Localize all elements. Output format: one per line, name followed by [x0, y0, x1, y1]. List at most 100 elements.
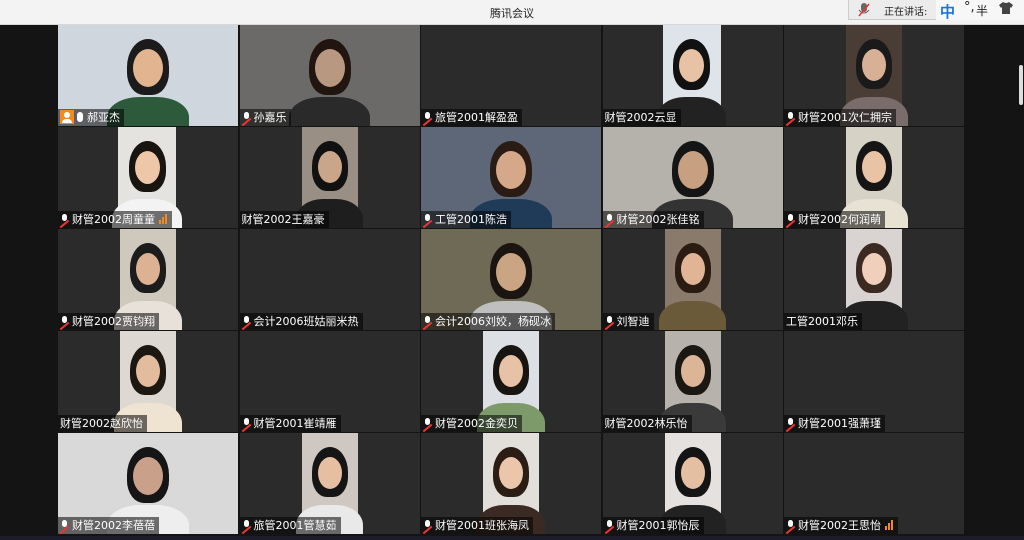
person-face	[136, 355, 160, 387]
mic-muted-icon[interactable]	[242, 520, 251, 531]
mic-muted-icon[interactable]	[423, 214, 432, 225]
bottom-border	[0, 536, 1024, 540]
participant-name: 财管2002王思怡	[798, 519, 881, 532]
participant-name-bar: 工管2001陈浩	[421, 211, 511, 228]
host-icon	[60, 110, 74, 124]
mic-muted-icon[interactable]	[242, 112, 251, 123]
participant-name: 孙嘉乐	[253, 111, 287, 124]
mic-muted-icon[interactable]	[605, 316, 614, 327]
participant-tile[interactable]: 财管2002贾钧翔	[58, 229, 238, 330]
participant-name: 会计2006班姑丽米热	[253, 315, 359, 328]
person-face	[496, 253, 526, 291]
participant-name: 财管2002周童童	[72, 213, 155, 226]
participant-tile[interactable]: 郝亚杰	[58, 25, 238, 126]
participant-tile[interactable]: 旅管2001管慧茹	[239, 433, 420, 534]
participant-name-bar: 会计2006班姑丽米热	[239, 313, 363, 330]
participant-name: 财管2001郭怡辰	[616, 519, 700, 532]
shirt-icon[interactable]	[998, 1, 1014, 19]
participant-tile[interactable]: 孙嘉乐	[239, 25, 420, 126]
participant-tile[interactable]: 工管2001邓乐	[784, 229, 964, 330]
participant-tile[interactable]: 财管2001强萧瑾	[784, 331, 964, 432]
participant-name: 财管2001强萧瑾	[798, 417, 881, 430]
mic-muted-icon[interactable]	[60, 214, 69, 225]
participant-tile[interactable]: 财管2002云显	[602, 25, 783, 126]
mic-muted-icon[interactable]	[786, 112, 795, 123]
mic-muted-icon[interactable]	[605, 214, 614, 225]
participant-tile[interactable]: 财管2002王嘉豪	[239, 127, 420, 228]
mic-muted-icon[interactable]	[423, 520, 432, 531]
participant-tile[interactable]: 会计2006刘姣，杨砚冰	[421, 229, 601, 330]
mic-muted-icon[interactable]	[786, 520, 795, 531]
participant-name: 财管2002张佳铭	[616, 213, 700, 226]
person-face	[496, 151, 526, 189]
mic-muted-icon[interactable]	[60, 316, 69, 327]
participant-tile[interactable]: 财管2002赵欣怡	[58, 331, 238, 432]
mic-muted-icon[interactable]	[423, 316, 432, 327]
mic-muted-icon[interactable]	[605, 520, 614, 531]
participant-name-bar: 旅管2001解盈盈	[421, 109, 522, 126]
participant-tile[interactable]: 工管2001陈浩	[421, 127, 601, 228]
speaking-label: 正在讲话:	[884, 7, 928, 18]
person-face	[133, 49, 163, 87]
mic-icon	[857, 2, 871, 21]
mic-icon[interactable]	[77, 112, 83, 122]
participant-tile[interactable]: 财管2001班张海凤	[421, 433, 601, 534]
person-face	[680, 253, 705, 285]
participant-tile[interactable]: 财管2002金奕贝	[421, 331, 601, 432]
person-face	[133, 457, 163, 495]
participant-tile[interactable]: 刘智迪	[602, 229, 783, 330]
video-feed	[658, 229, 727, 330]
person-face	[499, 457, 523, 489]
participant-name-bar: 财管2002李蓓蓓	[58, 517, 159, 534]
participant-tile[interactable]: 旅管2001解盈盈	[421, 25, 601, 126]
participant-name-bar: 财管2002王思怡	[784, 517, 898, 534]
person-face	[862, 151, 886, 183]
participant-tile[interactable]: 财管2001崔靖雁	[239, 331, 420, 432]
participant-name-bar: 财管2002周童童	[58, 211, 172, 228]
person-face	[862, 253, 886, 285]
mic-muted-icon[interactable]	[786, 214, 795, 225]
person-shoulders	[288, 97, 371, 126]
participant-tile[interactable]: 财管2002李蓓蓓	[58, 433, 238, 534]
participant-tile[interactable]: 财管2001次仁拥宗	[784, 25, 964, 126]
participant-name: 财管2002林乐怡	[604, 417, 688, 430]
participant-name-bar: 财管2001崔靖雁	[239, 415, 341, 432]
scrollbar[interactable]	[1019, 65, 1023, 105]
participant-name-bar: 刘智迪	[602, 313, 654, 330]
participant-tile[interactable]: 财管2002何润萌	[784, 127, 964, 228]
participant-name: 财管2001次仁拥宗	[798, 111, 892, 124]
person-face	[677, 151, 708, 189]
person-face	[317, 151, 342, 183]
participant-name-bar: 财管2002何润萌	[784, 211, 885, 228]
participant-name-bar: 财管2001次仁拥宗	[784, 109, 896, 126]
person-face	[680, 457, 705, 489]
participant-tile[interactable]: 财管2002周童童	[58, 127, 238, 228]
ime-mode[interactable]: 中	[940, 1, 955, 22]
person-face	[862, 49, 886, 81]
participant-name-bar: 财管2002王嘉豪	[239, 211, 329, 228]
participant-name-bar: 财管2002林乐怡	[602, 415, 692, 432]
ime-punct[interactable]: °,	[964, 0, 975, 15]
participant-tile[interactable]: 会计2006班姑丽米热	[239, 229, 420, 330]
participant-tile[interactable]: 财管2001郭怡辰	[602, 433, 783, 534]
mic-muted-icon[interactable]	[423, 112, 432, 123]
participant-name: 财管2002王嘉豪	[241, 213, 325, 226]
mic-muted-icon[interactable]	[242, 316, 251, 327]
mic-muted-icon[interactable]	[60, 520, 69, 531]
participant-name-bar: 财管2002云显	[602, 109, 681, 126]
participant-name: 财管2002何润萌	[798, 213, 881, 226]
ime-toolbar[interactable]: 中 °, 半	[936, 0, 1024, 22]
ime-width[interactable]: 半	[976, 2, 988, 19]
participant-tile[interactable]: 财管2002王思怡	[784, 433, 964, 534]
participant-name-bar: 财管2002赵欣怡	[58, 415, 147, 432]
mic-muted-icon[interactable]	[786, 418, 795, 429]
participant-tile[interactable]: 财管2002张佳铭	[602, 127, 783, 228]
mic-muted-icon[interactable]	[423, 418, 432, 429]
participant-tile[interactable]: 财管2002林乐怡	[602, 331, 783, 432]
participant-name-bar: 孙嘉乐	[239, 109, 291, 126]
signal-icon	[159, 212, 168, 228]
mic-muted-icon[interactable]	[242, 418, 251, 429]
participant-name: 财管2002贾钧翔	[72, 315, 155, 328]
person-face	[314, 49, 345, 87]
person-face	[134, 151, 160, 184]
